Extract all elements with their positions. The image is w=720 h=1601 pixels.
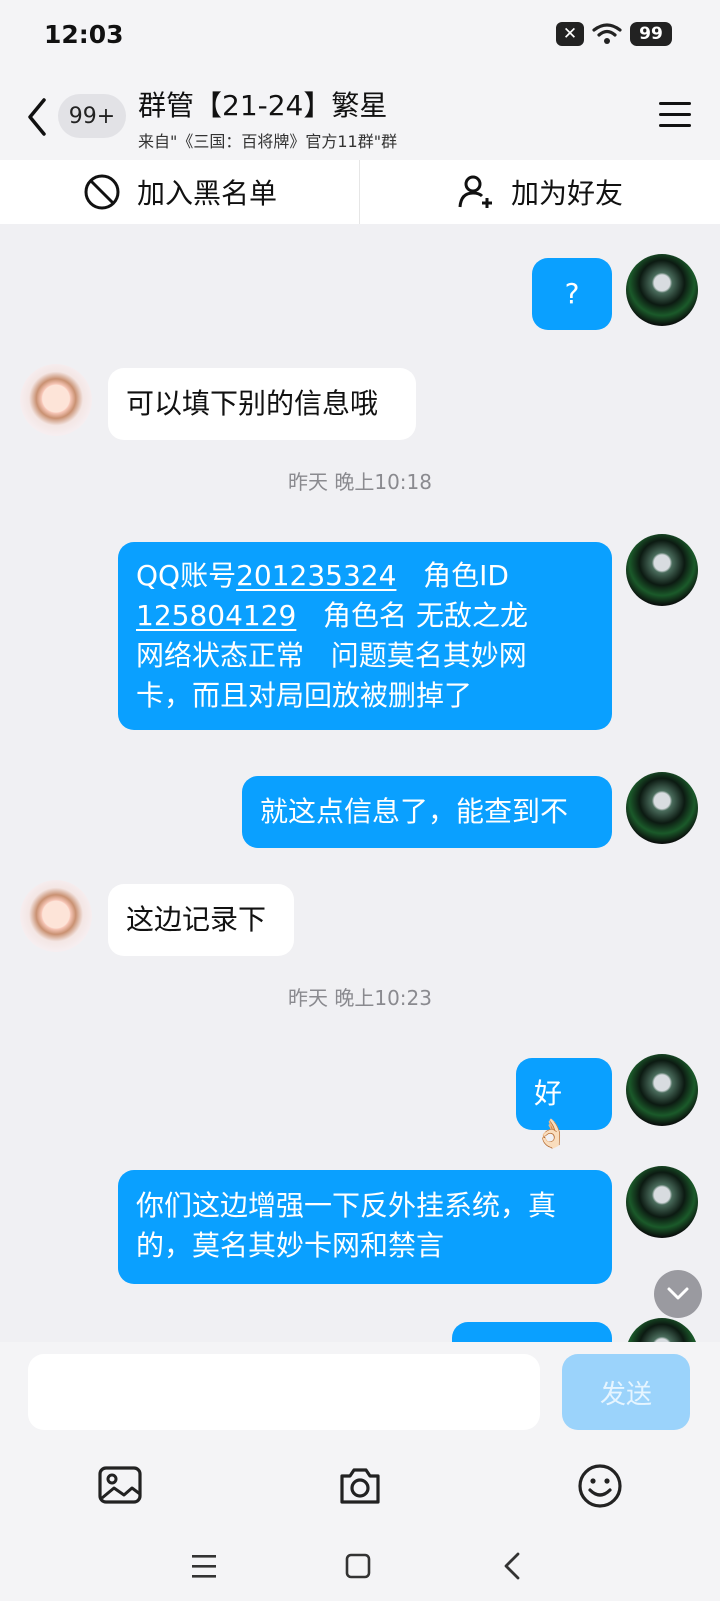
message-input[interactable] <box>28 1354 540 1430</box>
image-icon[interactable] <box>96 1462 144 1510</box>
send-button[interactable]: 发送 <box>562 1354 690 1430</box>
message-bubble[interactable]: ? <box>532 258 612 330</box>
message-bubble[interactable]: 这边记录下 <box>108 884 294 956</box>
message-bubble[interactable]: 好👌🏻 <box>516 1058 612 1150</box>
chat-header: 99+ 群管【21-24】繁星 来自"《三国：百将牌》官方11群"群 <box>0 72 720 160</box>
add-friend-label: 加为好友 <box>510 177 623 210</box>
add-friend-button[interactable]: 加为好友 <box>360 160 720 224</box>
message-bubble[interactable]: 可以填下别的信息哦 <box>108 368 416 440</box>
input-bar: 发送 <box>0 1342 720 1442</box>
my-avatar[interactable] <box>626 1318 698 1342</box>
contact-avatar[interactable] <box>20 880 92 952</box>
camera-icon[interactable] <box>336 1462 384 1510</box>
emoji-icon[interactable] <box>576 1462 624 1510</box>
my-avatar[interactable] <box>626 1166 698 1238</box>
message-bubble[interactable]: QQ账号201235324 角色ID 125804129 角色名 无敌之龙 网络… <box>118 542 612 730</box>
chat-subtitle: 来自"《三国：百将牌》官方11群"群 <box>138 132 398 151</box>
block-icon <box>84 174 120 210</box>
message-bubble[interactable]: 就这点信息了，能查到不 <box>242 776 612 848</box>
divider <box>359 160 360 224</box>
scroll-to-bottom-button[interactable] <box>654 1270 702 1318</box>
notification-muted-icon: ✕ <box>556 22 584 46</box>
my-avatar[interactable] <box>626 254 698 326</box>
blacklist-button[interactable]: 加入黑名单 <box>0 160 360 224</box>
message-timestamp: 昨天 晚上10:18 <box>288 470 432 494</box>
back-arrow-icon[interactable] <box>22 94 52 140</box>
my-avatar[interactable] <box>626 534 698 606</box>
wifi-icon <box>592 23 622 44</box>
message-bubble[interactable]: 你们这边增强一下反外挂系统，真 的，莫名其妙卡网和禁言 <box>118 1170 612 1284</box>
system-nav-bar <box>0 1538 720 1601</box>
chevron-down-icon <box>667 1287 689 1300</box>
contact-avatar[interactable] <box>20 364 92 436</box>
home-icon[interactable] <box>338 1546 378 1586</box>
action-bar: 加入黑名单 加为好友 <box>0 160 720 224</box>
recent-apps-icon[interactable] <box>184 1546 224 1586</box>
chat-title: 群管【21-24】繁星 <box>138 89 388 122</box>
my-avatar[interactable] <box>626 1054 698 1126</box>
qq-number-link[interactable]: 201235324 <box>236 559 396 592</box>
status-bar: 12:03 ✕ 99 <box>0 0 720 72</box>
battery-icon: 99 <box>630 22 672 46</box>
message-timestamp: 昨天 晚上10:23 <box>288 986 432 1010</box>
menu-icon[interactable] <box>658 100 692 130</box>
message-list[interactable]: ? 可以填下别的信息哦 昨天 晚上10:18 QQ账号201235324 角色I… <box>0 224 720 1342</box>
unread-badge[interactable]: 99+ <box>58 94 126 138</box>
status-time: 12:03 <box>44 20 124 49</box>
role-id-link[interactable]: 125804129 <box>136 599 296 632</box>
add-user-icon <box>458 175 492 208</box>
message-bubble[interactable] <box>452 1322 612 1342</box>
status-icons: ✕ 99 <box>556 22 672 46</box>
my-avatar[interactable] <box>626 772 698 844</box>
back-icon[interactable] <box>494 1546 534 1586</box>
input-toolbar <box>0 1442 720 1538</box>
blacklist-label: 加入黑名单 <box>136 177 277 210</box>
